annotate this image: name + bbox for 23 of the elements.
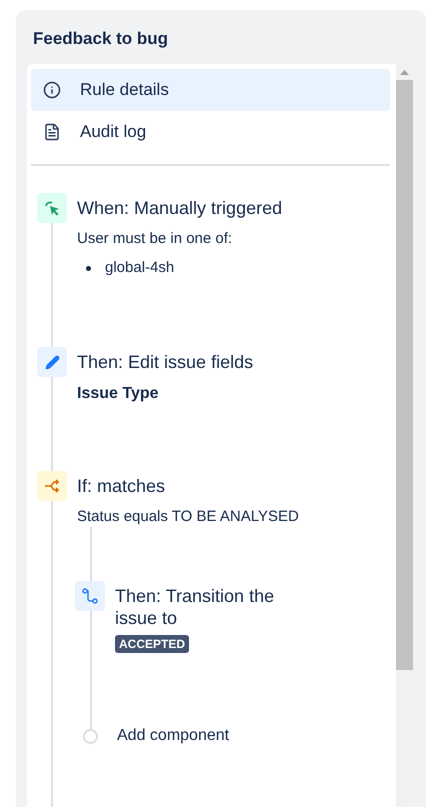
step-title[interactable]: Then: Edit issue fields xyxy=(77,351,254,373)
pencil-icon xyxy=(44,354,60,370)
cursor-click-icon xyxy=(43,199,61,217)
step-title[interactable]: When: Manually triggered xyxy=(77,197,282,219)
panel-title: Feedback to bug xyxy=(32,28,170,50)
scrollbar-thumb[interactable] xyxy=(396,80,413,670)
add-component-link[interactable]: Add component xyxy=(117,727,230,745)
nav-item[interactable]: Audit log xyxy=(31,111,390,153)
status-lozenge: ACCEPTED xyxy=(115,635,190,653)
step-title[interactable]: If: matches xyxy=(77,475,299,497)
add-node-icon xyxy=(83,728,98,744)
info-icon xyxy=(43,81,61,99)
field-name: Issue Type xyxy=(77,385,160,403)
branch-icon xyxy=(44,479,60,493)
document-icon xyxy=(43,123,61,141)
nav-item[interactable]: Rule details xyxy=(31,69,390,111)
step-title[interactable]: Then: Transition the issue to xyxy=(115,585,315,629)
scroll-up-icon[interactable] xyxy=(400,70,409,75)
route-icon xyxy=(82,588,98,604)
group-name: global-4sh xyxy=(105,258,174,278)
step-description: User must be in one of: xyxy=(77,229,234,249)
bullet-icon xyxy=(86,266,91,270)
step-description: Status equals TO BE ANALYSED xyxy=(77,507,299,527)
